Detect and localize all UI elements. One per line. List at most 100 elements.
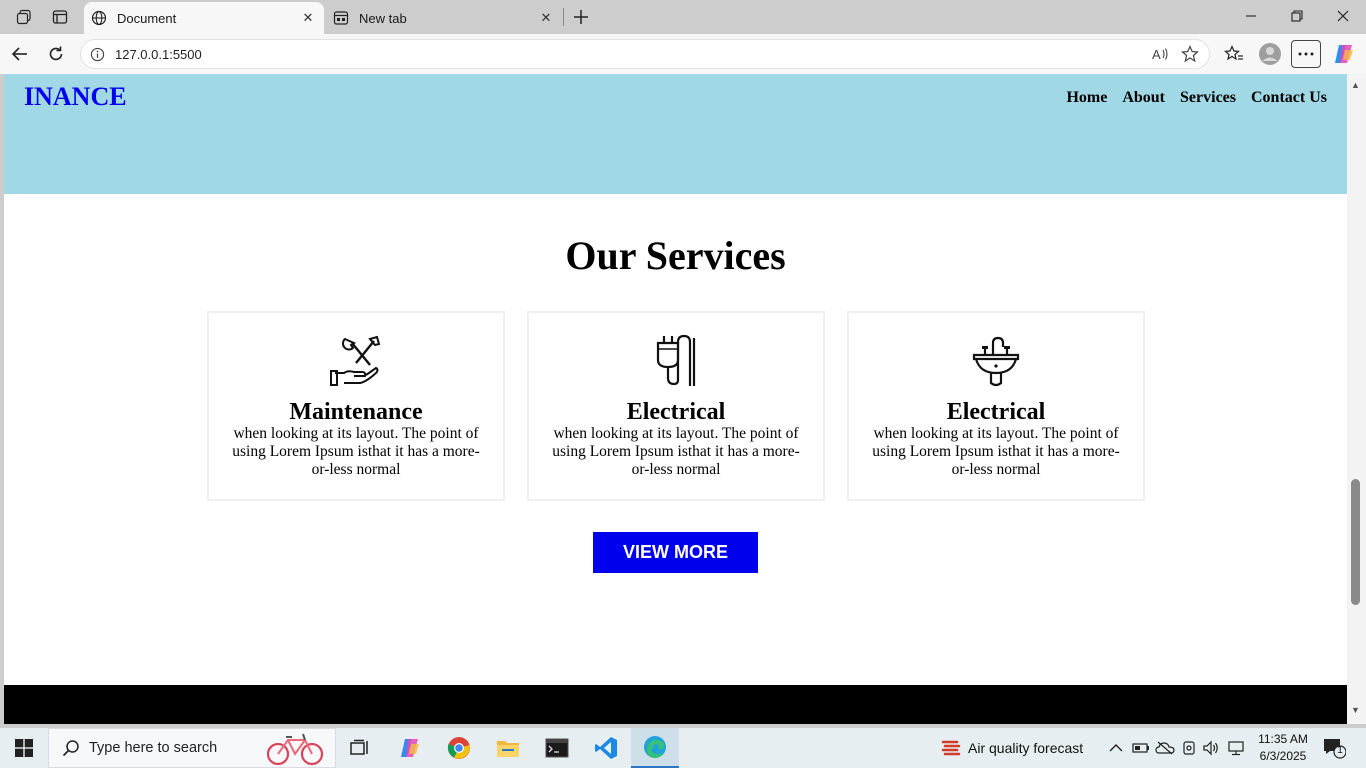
site-logo[interactable]: INANCE [24, 82, 127, 112]
copilot-app[interactable] [386, 728, 434, 768]
close-tab-icon[interactable]: ✕ [536, 8, 556, 28]
workspaces-icon[interactable] [10, 4, 38, 30]
windows-taskbar: Type here to search Air quality forecast [0, 728, 1366, 768]
search-icon [61, 738, 81, 758]
nav-link-contact[interactable]: Contact Us [1251, 89, 1327, 107]
nav-link-about[interactable]: About [1122, 89, 1165, 107]
back-arrow-icon [11, 47, 27, 61]
chrome-app[interactable] [435, 728, 483, 768]
network-icon[interactable] [1224, 728, 1248, 768]
chevron-up-icon [1109, 744, 1123, 752]
bicycle-icon [266, 733, 324, 766]
minimize-button[interactable] [1228, 0, 1274, 32]
vertical-tabs-icon[interactable] [46, 4, 74, 30]
search-placeholder: Type here to search [89, 740, 218, 756]
minimize-icon [1246, 15, 1256, 17]
plus-icon [574, 10, 588, 24]
service-card-maintenance: Maintenance when looking at its layout. … [207, 311, 505, 501]
svg-text:A: A [1152, 47, 1161, 62]
taskbar-clock[interactable]: 11:35 AM 6/3/2025 [1252, 731, 1314, 765]
browser-tab-bar: Document ✕ New tab ✕ [0, 0, 1366, 34]
read-aloud-icon[interactable]: A [1145, 41, 1175, 67]
notification-count: 1 [1337, 745, 1343, 756]
favorite-star-icon[interactable] [1175, 41, 1205, 67]
services-cards: Maintenance when looking at its layout. … [207, 311, 1145, 501]
page-viewport: INANCE Home About Services Contact Us Ou… [4, 74, 1347, 724]
refresh-icon [49, 46, 63, 61]
copilot-icon [401, 739, 419, 757]
terminal-icon [545, 738, 569, 758]
electric-plug-icon [529, 334, 823, 388]
services-heading: Our Services [565, 233, 786, 278]
scrollbar-thumb[interactable] [1351, 479, 1360, 605]
notification-center[interactable]: 1 [1320, 734, 1348, 762]
back-button[interactable] [5, 40, 35, 68]
profile-button[interactable] [1255, 40, 1285, 68]
taskbar-search[interactable]: Type here to search [48, 728, 336, 768]
restore-icon [1291, 10, 1303, 22]
folder-icon [497, 741, 519, 757]
url-text[interactable]: 127.0.0.1:5500 [115, 47, 1145, 62]
tab-separator [563, 8, 564, 26]
settings-more-button[interactable] [1291, 40, 1321, 68]
chrome-icon [447, 737, 470, 759]
tab-new-tab[interactable]: New tab ✕ [326, 2, 562, 34]
copilot-button[interactable] [1329, 40, 1359, 68]
card-title: Electrical [626, 399, 726, 425]
edge-app[interactable] [631, 728, 679, 768]
show-hidden-icons[interactable] [1106, 728, 1126, 768]
card-text: when looking at its layout. The point of… [872, 425, 1120, 478]
close-window-button[interactable] [1320, 0, 1366, 32]
weather-widget[interactable]: Air quality forecast [968, 728, 1093, 768]
site-info-icon[interactable] [89, 46, 105, 62]
new-tab-button[interactable] [568, 4, 594, 30]
wrench-hand-icon [209, 334, 503, 388]
task-view-icon [350, 739, 368, 755]
sink-icon [849, 334, 1143, 388]
copilot-icon [1335, 45, 1353, 63]
card-text: when looking at its layout. The point of… [232, 425, 480, 478]
service-card-plumbing: Electrical when looking at its layout. T… [847, 311, 1145, 501]
favorites-button[interactable] [1219, 40, 1249, 68]
tab-title: Document [117, 10, 177, 26]
tab-document[interactable]: Document ✕ [84, 2, 324, 34]
onedrive-icon[interactable] [1154, 728, 1176, 768]
vscode-app[interactable] [582, 728, 630, 768]
air-quality-icon[interactable] [936, 728, 966, 768]
meet-now-icon[interactable] [1178, 728, 1200, 768]
clock-date: 6/3/2025 [1259, 749, 1307, 763]
task-view-button[interactable] [336, 728, 384, 768]
restore-button[interactable] [1274, 0, 1320, 32]
start-button[interactable] [0, 728, 48, 768]
windows-logo-icon [15, 739, 33, 757]
clock-time: 11:35 AM [1258, 732, 1308, 746]
volume-icon[interactable] [1200, 728, 1222, 768]
edge-icon [644, 736, 666, 758]
nav-link-services[interactable]: Services [1180, 89, 1236, 107]
hero-header: INANCE Home About Services Contact Us [4, 74, 1347, 194]
battery-icon[interactable] [1130, 728, 1152, 768]
refresh-button[interactable] [41, 40, 71, 68]
service-card-electrical: Electrical when looking at its layout. T… [527, 311, 825, 501]
view-more-button[interactable]: VIEW MORE [593, 532, 758, 573]
card-title: Electrical [946, 399, 1046, 425]
card-text: when looking at its layout. The point of… [552, 425, 800, 478]
scroll-up-arrow-icon[interactable]: ▲ [1351, 80, 1360, 90]
browser-toolbar: 127.0.0.1:5500 A [0, 34, 1366, 74]
favorites-list-icon [1224, 45, 1243, 61]
scroll-down-arrow-icon[interactable]: ▼ [1351, 705, 1360, 715]
address-bar[interactable]: 127.0.0.1:5500 A [80, 39, 1210, 69]
globe-icon [91, 10, 107, 26]
more-dots-icon [1298, 52, 1314, 56]
page-footer [4, 685, 1347, 724]
close-icon [1337, 10, 1349, 22]
terminal-app[interactable] [533, 728, 581, 768]
nav-link-home[interactable]: Home [1066, 89, 1107, 107]
close-tab-icon[interactable]: ✕ [298, 8, 318, 28]
new-tab-page-icon [333, 10, 349, 26]
file-explorer-app[interactable] [484, 728, 532, 768]
avatar-icon [1259, 43, 1281, 65]
tab-title: New tab [359, 10, 407, 26]
page-scrollbar[interactable]: ▲ ▼ [1347, 74, 1366, 724]
vscode-icon [595, 737, 617, 759]
